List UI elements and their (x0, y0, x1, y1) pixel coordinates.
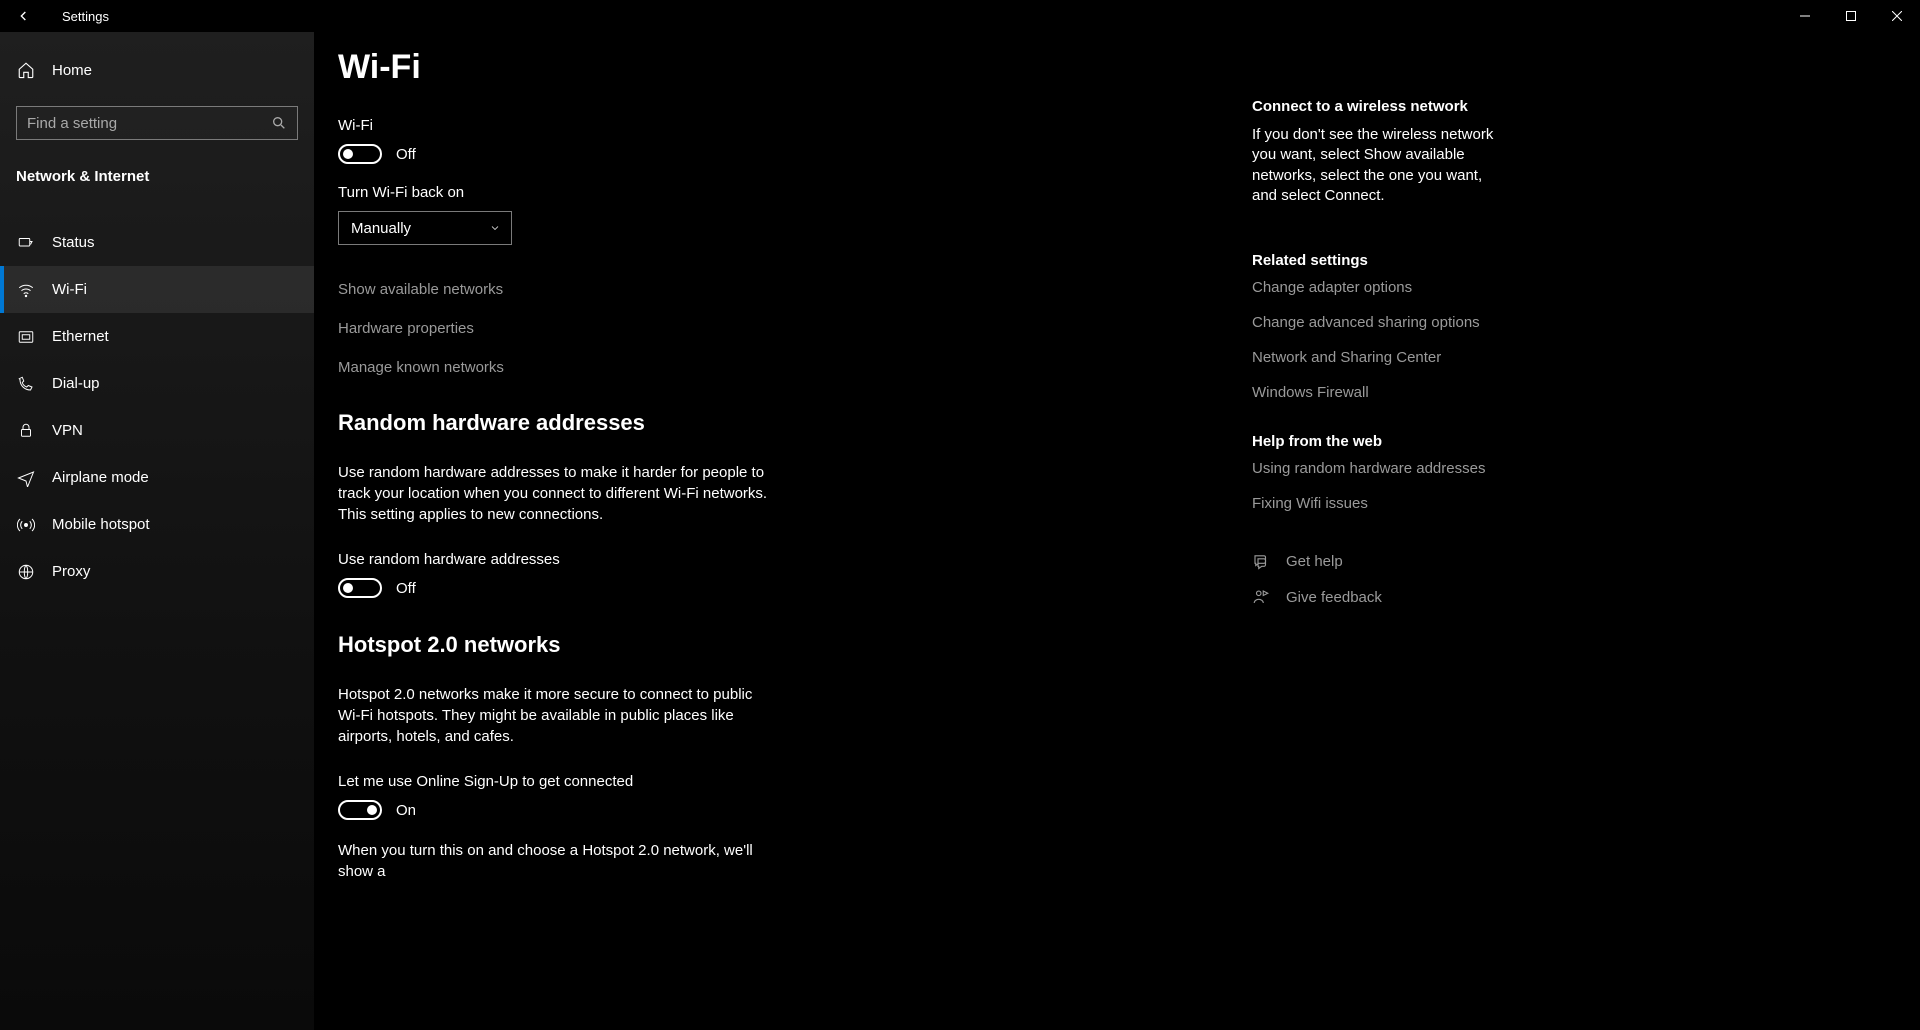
sidebar-item-airplane[interactable]: Airplane mode (0, 454, 314, 501)
close-button[interactable] (1874, 0, 1920, 32)
vpn-icon (16, 421, 36, 441)
minimize-button[interactable] (1782, 0, 1828, 32)
related-title: Related settings (1252, 252, 1500, 269)
link-adapter-options[interactable]: Change adapter options (1252, 279, 1500, 296)
sidebar-item-dialup[interactable]: Dial-up (0, 360, 314, 407)
sidebar-item-label: Status (52, 234, 95, 251)
sidebar-item-label: VPN (52, 422, 83, 439)
sidebar-home[interactable]: Home (0, 48, 314, 92)
hotspot-toggle-label: Let me use Online Sign-Up to get connect… (338, 773, 1158, 790)
give-feedback-label: Give feedback (1286, 589, 1382, 606)
sidebar-item-label: Wi-Fi (52, 281, 87, 298)
sidebar-item-label: Ethernet (52, 328, 109, 345)
hotspot-after: When you turn this on and choose a Hotsp… (338, 840, 778, 882)
status-icon (16, 233, 36, 253)
right-panel: Connect to a wireless network If you don… (1252, 98, 1500, 606)
turn-back-dropdown[interactable]: Manually (338, 211, 512, 245)
connect-para: If you don't see the wireless network yo… (1252, 125, 1500, 206)
wifi-toggle-state: Off (396, 146, 416, 163)
maximize-icon (1846, 11, 1856, 21)
search-input[interactable] (27, 115, 271, 132)
link-manage-known[interactable]: Manage known networks (338, 359, 1158, 376)
get-help-label: Get help (1286, 553, 1343, 570)
sidebar-item-wifi[interactable]: Wi-Fi (0, 266, 314, 313)
back-button[interactable] (0, 0, 48, 32)
titlebar: Settings (0, 0, 1920, 32)
home-icon (16, 60, 36, 80)
sidebar-item-label: Dial-up (52, 375, 100, 392)
proxy-icon (16, 562, 36, 582)
airplane-icon (16, 468, 36, 488)
hotspot-icon (16, 515, 36, 535)
hotspot-toggle-state: On (396, 802, 416, 819)
hotspot-toggle[interactable] (338, 800, 382, 820)
chat-icon (1252, 552, 1270, 570)
dialup-icon (16, 374, 36, 394)
link-random-hw-help[interactable]: Using random hardware addresses (1252, 460, 1500, 477)
window-title: Settings (62, 9, 109, 24)
sidebar-item-label: Proxy (52, 563, 90, 580)
random-toggle[interactable] (338, 578, 382, 598)
sidebar-home-label: Home (52, 62, 92, 79)
hotspot-para: Hotspot 2.0 networks make it more secure… (338, 684, 778, 747)
link-windows-firewall[interactable]: Windows Firewall (1252, 384, 1500, 401)
sidebar-nav: Status Wi-Fi Ethernet Dial-up VPN Airpla… (0, 219, 314, 595)
sidebar-category: Network & Internet (16, 168, 314, 185)
minimize-icon (1800, 11, 1810, 21)
link-advanced-sharing[interactable]: Change advanced sharing options (1252, 314, 1500, 331)
random-heading: Random hardware addresses (338, 410, 1158, 436)
link-network-sharing-center[interactable]: Network and Sharing Center (1252, 349, 1500, 366)
main-content: Wi-Fi Wi-Fi Off Turn Wi-Fi back on Manua… (338, 48, 1158, 882)
page-title: Wi-Fi (338, 48, 1158, 87)
random-para: Use random hardware addresses to make it… (338, 462, 778, 525)
connect-title: Connect to a wireless network (1252, 98, 1500, 115)
give-feedback-row[interactable]: Give feedback (1252, 588, 1500, 606)
turn-back-value: Manually (351, 220, 411, 237)
close-icon (1892, 11, 1902, 21)
sidebar: Home Network & Internet Status Wi-Fi Eth… (0, 32, 314, 1030)
search-box[interactable] (16, 106, 298, 140)
wifi-icon (16, 280, 36, 300)
sidebar-item-ethernet[interactable]: Ethernet (0, 313, 314, 360)
chevron-down-icon (489, 222, 501, 234)
turn-back-label: Turn Wi-Fi back on (338, 184, 1158, 201)
sidebar-item-vpn[interactable]: VPN (0, 407, 314, 454)
link-hardware-properties[interactable]: Hardware properties (338, 320, 1158, 337)
wifi-toggle-label: Wi-Fi (338, 117, 1158, 134)
feedback-icon (1252, 588, 1270, 606)
link-fixing-wifi[interactable]: Fixing Wifi issues (1252, 495, 1500, 512)
sidebar-item-status[interactable]: Status (0, 219, 314, 266)
hotspot-heading: Hotspot 2.0 networks (338, 632, 1158, 658)
get-help-row[interactable]: Get help (1252, 552, 1500, 570)
sidebar-item-label: Airplane mode (52, 469, 149, 486)
arrow-left-icon (16, 8, 32, 24)
sidebar-item-label: Mobile hotspot (52, 516, 150, 533)
sidebar-item-hotspot[interactable]: Mobile hotspot (0, 501, 314, 548)
random-toggle-state: Off (396, 580, 416, 597)
search-icon (271, 115, 287, 131)
link-show-networks[interactable]: Show available networks (338, 281, 1158, 298)
help-title: Help from the web (1252, 433, 1500, 450)
sidebar-item-proxy[interactable]: Proxy (0, 548, 314, 595)
wifi-toggle[interactable] (338, 144, 382, 164)
maximize-button[interactable] (1828, 0, 1874, 32)
random-toggle-label: Use random hardware addresses (338, 551, 1158, 568)
ethernet-icon (16, 327, 36, 347)
